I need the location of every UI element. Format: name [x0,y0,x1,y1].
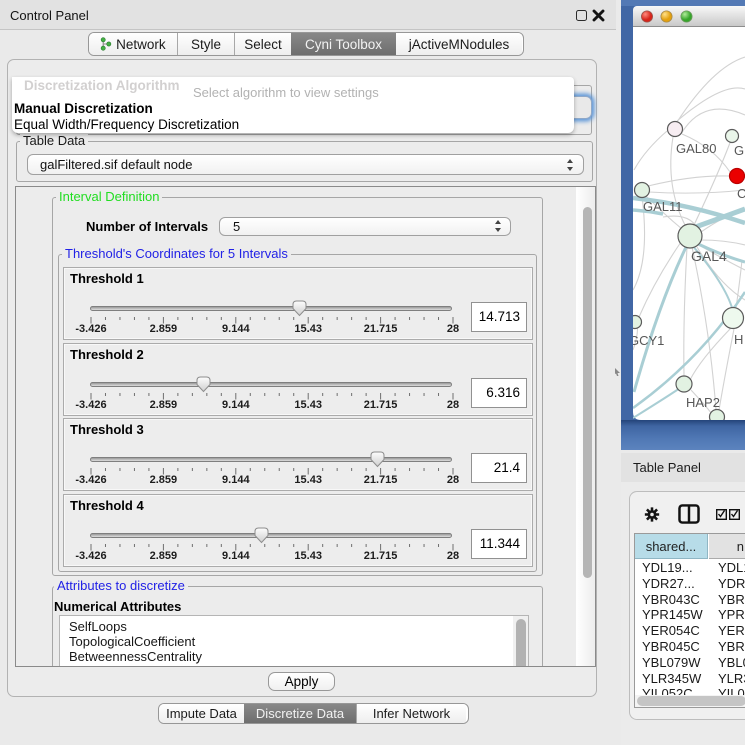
svg-text:GAL4: GAL4 [691,248,727,264]
svg-text:GAL80: GAL80 [676,141,716,156]
svg-text:HAP2: HAP2 [686,395,720,410]
svg-text:GAL11: GAL11 [643,199,683,214]
svg-text:GCY1: GCY1 [633,333,664,348]
svg-text:C: C [737,186,745,201]
svg-text:G.: G. [734,143,745,158]
svg-text:H: H [734,332,743,347]
